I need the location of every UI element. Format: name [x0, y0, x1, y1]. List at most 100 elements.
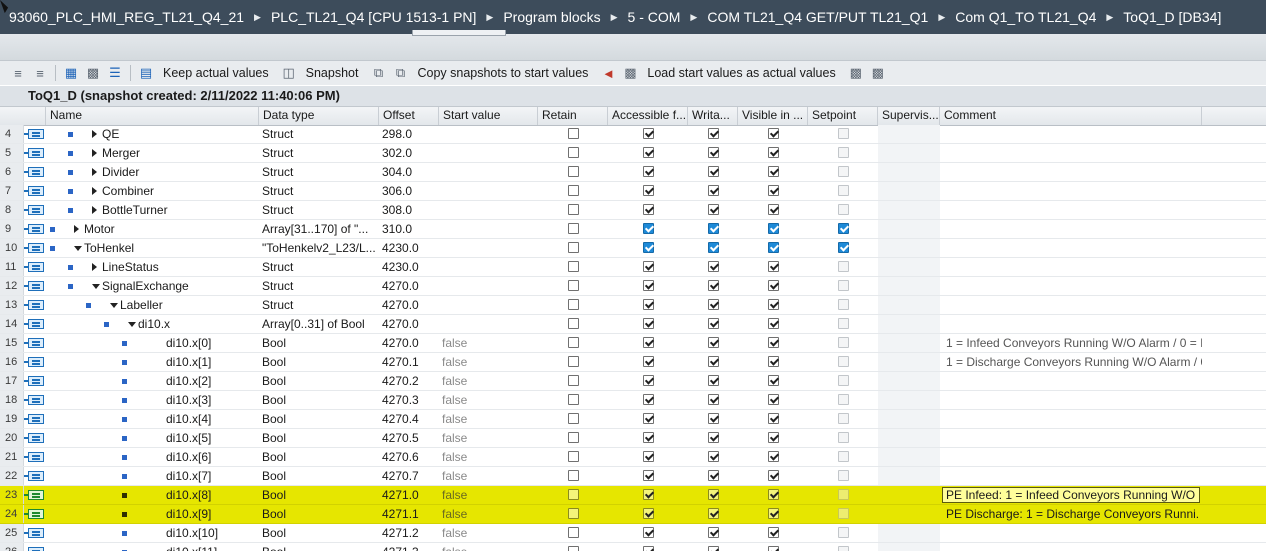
collapse-all-icon[interactable]: ≡	[30, 64, 50, 82]
visible-checkbox[interactable]	[767, 375, 779, 386]
supervision-cell[interactable]	[878, 144, 940, 162]
visible-checkbox[interactable]	[767, 451, 779, 462]
visible-checkbox[interactable]	[767, 432, 779, 443]
accessible-checkbox[interactable]	[642, 375, 654, 386]
load-start-values-icon[interactable]: ◄	[598, 64, 618, 82]
retain-checkbox[interactable]	[567, 432, 579, 443]
supervision-cell[interactable]	[878, 315, 940, 333]
breadcrumb-item[interactable]: PLC_TL21_Q4 [CPU 1513-1 PN]	[267, 9, 480, 25]
supervision-cell[interactable]	[878, 239, 940, 257]
comment-cell[interactable]	[940, 144, 1202, 162]
accessible-checkbox[interactable]	[642, 261, 654, 272]
data-type-cell[interactable]: Struct	[259, 144, 379, 162]
comment-cell[interactable]	[940, 201, 1202, 219]
supervision-cell[interactable]	[878, 163, 940, 181]
retain-checkbox[interactable]	[567, 470, 579, 481]
writable-checkbox[interactable]	[707, 299, 719, 310]
start-value-cell[interactable]: false	[439, 524, 538, 542]
header-accessible[interactable]: Accessible f...	[608, 107, 688, 125]
comment-cell[interactable]: PE Infeed: 1 = Infeed Conveyors Running …	[940, 486, 1202, 504]
comment-cell[interactable]	[940, 524, 1202, 542]
expand-arrow-icon[interactable]	[92, 168, 97, 176]
start-value-cell[interactable]	[439, 201, 538, 219]
collapse-arrow-icon[interactable]	[92, 284, 100, 289]
supervision-cell[interactable]	[878, 486, 940, 504]
name-cell[interactable]: Merger	[46, 144, 258, 162]
name-cell[interactable]: di10.x[5]	[46, 429, 258, 447]
expand-arrow-icon[interactable]	[92, 130, 97, 138]
copy-icon[interactable]: ⧉	[368, 64, 388, 82]
retain-checkbox[interactable]	[567, 204, 579, 215]
collapse-arrow-icon[interactable]	[110, 303, 118, 308]
keep-actual-values-icon[interactable]: ▤	[136, 64, 156, 82]
table-row[interactable]: 10 ToHenkel "ToHenkelv2_L23/L... 4230.0	[0, 239, 1266, 258]
snapshot-button[interactable]: Snapshot	[300, 66, 368, 80]
collapse-arrow-icon[interactable]	[128, 322, 136, 327]
keep-actual-values-button[interactable]: Keep actual values	[157, 66, 278, 80]
start-value-cell[interactable]	[439, 315, 538, 333]
visible-checkbox[interactable]	[767, 470, 779, 481]
writable-checkbox[interactable]	[707, 223, 719, 234]
start-value-cell[interactable]: false	[439, 486, 538, 504]
table-row[interactable]: 23 di10.x[8] Bool 4271.0 false PE Infeed: 1 =…	[0, 486, 1266, 505]
accessible-checkbox[interactable]	[642, 128, 654, 139]
comment-edit-field[interactable]: PE Infeed: 1 = Infeed Conveyors Running …	[942, 487, 1200, 503]
name-cell[interactable]: ToHenkel	[46, 239, 258, 257]
writable-checkbox[interactable]	[707, 413, 719, 424]
start-value-cell[interactable]: false	[439, 505, 538, 523]
header-offset[interactable]: Offset	[379, 107, 439, 125]
visible-checkbox[interactable]	[767, 489, 779, 500]
start-value-cell[interactable]: false	[439, 410, 538, 428]
comment-cell[interactable]	[940, 429, 1202, 447]
comment-cell[interactable]	[940, 467, 1202, 485]
writable-checkbox[interactable]	[707, 147, 719, 158]
data-type-cell[interactable]: Bool	[259, 505, 379, 523]
visible-checkbox[interactable]	[767, 546, 779, 551]
supervision-cell[interactable]	[878, 505, 940, 523]
data-type-cell[interactable]: Bool	[259, 410, 379, 428]
breadcrumb-item[interactable]: COM TL21_Q4 GET/PUT TL21_Q1	[703, 9, 932, 25]
header-data-type[interactable]: Data type	[259, 107, 379, 125]
writable-checkbox[interactable]	[707, 204, 719, 215]
header-name[interactable]: Name	[46, 107, 259, 125]
header-supervision[interactable]: Supervis...	[878, 107, 940, 125]
comment-cell[interactable]	[940, 372, 1202, 390]
header-start-value[interactable]: Start value	[439, 107, 538, 125]
comment-cell[interactable]: PE Discharge: 1 = Discharge Conveyors Ru…	[940, 505, 1202, 523]
data-type-cell[interactable]: Bool	[259, 391, 379, 409]
monitor-icon[interactable]: ▩	[83, 64, 103, 82]
data-type-cell[interactable]: Bool	[259, 372, 379, 390]
start-value-cell[interactable]: false	[439, 429, 538, 447]
table-row[interactable]: 20 di10.x[5] Bool 4270.5 false	[0, 429, 1266, 448]
retain-checkbox[interactable]	[567, 223, 579, 234]
retain-checkbox[interactable]	[567, 166, 579, 177]
supervision-cell[interactable]	[878, 429, 940, 447]
retain-checkbox[interactable]	[567, 489, 579, 500]
retain-checkbox[interactable]	[567, 394, 579, 405]
comment-cell[interactable]	[940, 239, 1202, 257]
start-value-cell[interactable]: false	[439, 391, 538, 409]
name-cell[interactable]: di10.x[9]	[46, 505, 258, 523]
accessible-checkbox[interactable]	[642, 489, 654, 500]
comment-cell[interactable]	[940, 182, 1202, 200]
table-row[interactable]: 5 Merger Struct 302.0	[0, 144, 1266, 163]
writable-checkbox[interactable]	[707, 128, 719, 139]
table-row[interactable]: 19 di10.x[4] Bool 4270.4 false	[0, 410, 1266, 429]
comment-cell[interactable]	[940, 258, 1202, 276]
start-value-cell[interactable]: false	[439, 353, 538, 371]
data-type-cell[interactable]: Bool	[259, 486, 379, 504]
supervision-cell[interactable]	[878, 410, 940, 428]
setpoint-checkbox[interactable]	[837, 242, 849, 253]
comment-cell[interactable]	[940, 410, 1202, 428]
table-row[interactable]: 4 QE Struct 298.0	[0, 125, 1266, 144]
name-cell[interactable]: di10.x[7]	[46, 467, 258, 485]
visible-checkbox[interactable]	[767, 242, 779, 253]
data-type-cell[interactable]: Array[0..31] of Bool	[259, 315, 379, 333]
import-icon[interactable]: ▩	[846, 64, 866, 82]
expand-arrow-icon[interactable]	[92, 149, 97, 157]
accessible-checkbox[interactable]	[642, 546, 654, 551]
accessible-checkbox[interactable]	[642, 394, 654, 405]
expand-arrow-icon[interactable]	[92, 263, 97, 271]
start-value-cell[interactable]	[439, 144, 538, 162]
supervision-cell[interactable]	[878, 296, 940, 314]
